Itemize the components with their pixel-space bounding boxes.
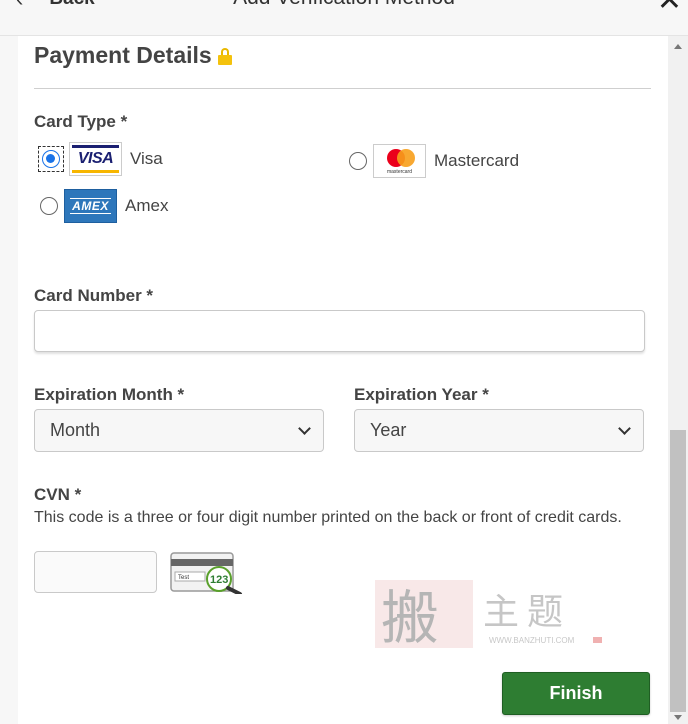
finish-button[interactable]: Finish — [502, 672, 650, 715]
expiration-year-select[interactable]: Year — [354, 409, 644, 452]
scrollbar-thumb[interactable] — [670, 430, 686, 712]
cvn-help-text: This code is a three or four digit numbe… — [34, 509, 622, 526]
radio-label-amex: Amex — [125, 196, 169, 215]
radio-option-mastercard[interactable]: mastercard Mastercard — [349, 144, 519, 178]
mastercard-logo-icon: mastercard — [373, 144, 426, 178]
section-title: Payment Details — [34, 42, 232, 69]
radio-mastercard[interactable] — [349, 152, 367, 170]
svg-text:123: 123 — [210, 574, 228, 586]
chevron-down-icon — [298, 422, 311, 435]
focus-ring — [38, 146, 64, 172]
expiration-month-label: Expiration Month * — [34, 385, 185, 404]
scroll-up-icon[interactable] — [674, 44, 682, 49]
svg-text:WWW.BANZHUTI.COM: WWW.BANZHUTI.COM — [489, 636, 575, 645]
svg-text:Test: Test — [178, 575, 189, 581]
radio-option-amex[interactable]: AMEX Amex — [40, 189, 168, 223]
radio-label-mastercard: Mastercard — [434, 151, 520, 170]
svg-text:主题: 主题 — [483, 592, 571, 633]
card-back-cvn-icon: Test 123 — [170, 552, 242, 594]
expiration-month-select[interactable]: Month — [34, 409, 324, 452]
radio-visa[interactable] — [42, 150, 60, 168]
amex-logo-icon: AMEX — [64, 189, 117, 223]
cvn-label: CVN * — [34, 485, 82, 504]
radio-label-visa: Visa — [130, 149, 163, 168]
card-type-label: Card Type * — [34, 112, 128, 131]
section-title-text: Payment Details — [34, 42, 212, 68]
lock-icon — [217, 48, 232, 65]
visa-logo-icon: VISA — [69, 142, 122, 176]
radio-option-visa[interactable]: VISA Visa — [38, 142, 163, 176]
expiration-year-value: Year — [370, 420, 407, 440]
card-number-label: Card Number * — [34, 286, 154, 305]
modal-header: ‹ Back Add Verification Method ✕ — [0, 0, 688, 36]
expiration-year-label: Expiration Year * — [354, 385, 489, 404]
close-icon[interactable]: ✕ — [657, 0, 682, 16]
left-gutter — [0, 36, 18, 724]
vertical-scrollbar[interactable] — [668, 36, 688, 724]
chevron-down-icon — [618, 422, 631, 435]
radio-amex[interactable] — [40, 197, 58, 215]
scroll-down-icon[interactable] — [674, 715, 682, 720]
modal-title: Add Verification Method — [0, 0, 688, 10]
svg-text:搬: 搬 — [381, 584, 439, 650]
expiration-month-value: Month — [50, 420, 101, 440]
card-number-input[interactable] — [34, 310, 645, 352]
cvn-input[interactable] — [34, 551, 157, 593]
watermark-logo: 搬 主题 WWW.BANZHUTI.COM — [375, 580, 602, 650]
section-divider — [34, 88, 651, 89]
